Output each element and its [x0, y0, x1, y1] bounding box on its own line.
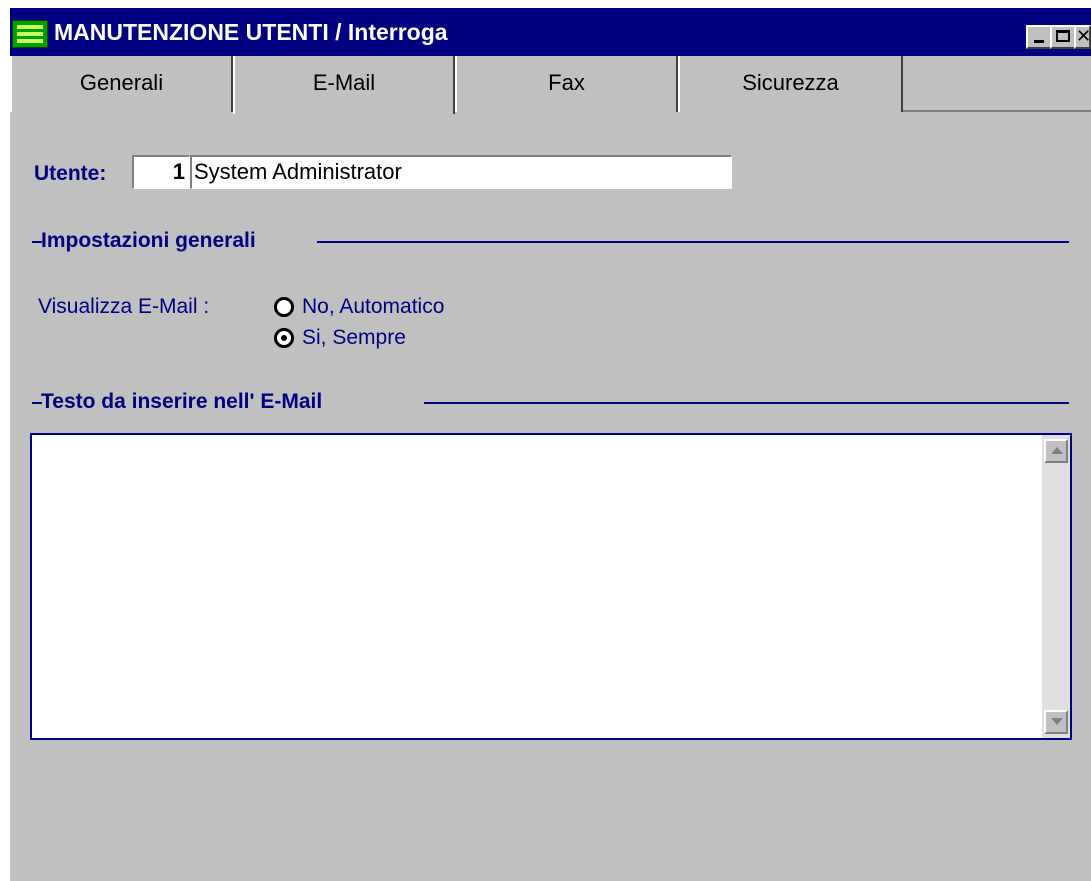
tab-fax[interactable]: Fax: [455, 56, 678, 112]
view-email-label: Visualizza E-Mail :: [38, 295, 210, 318]
vertical-scrollbar[interactable]: [1042, 435, 1070, 738]
email-text-area[interactable]: [30, 433, 1072, 740]
user-label: Utente:: [34, 162, 107, 185]
radio-checked-icon[interactable]: [274, 328, 294, 349]
radio-no-automatico[interactable]: No, Automatico: [274, 295, 444, 319]
tab-generali[interactable]: Generali: [10, 56, 233, 112]
close-icon[interactable]: ✕: [1074, 25, 1091, 49]
section-divider: [317, 241, 1069, 243]
minimize-icon[interactable]: [1026, 25, 1052, 49]
tab-bar: Generali E-Mail Fax Sicurezza: [10, 56, 1091, 116]
scroll-down-icon[interactable]: [1044, 710, 1068, 734]
maximize-icon[interactable]: [1050, 25, 1076, 49]
main-window: MANUTENZIONE UTENTI / Interroga ✕ Genera…: [10, 8, 1091, 881]
radio-label: No, Automatico: [302, 295, 445, 318]
radio-label: Si, Sempre: [302, 326, 406, 349]
window-title: MANUTENZIONE UTENTI / Interroga: [54, 19, 448, 45]
app-icon[interactable]: [12, 20, 48, 48]
user-name-field[interactable]: System Administrator: [190, 155, 732, 189]
section-divider: [424, 402, 1069, 404]
radio-unchecked-icon[interactable]: [274, 297, 294, 318]
tab-email[interactable]: E-Mail: [233, 56, 455, 114]
radio-si-sempre[interactable]: Si, Sempre: [274, 326, 406, 350]
scroll-up-icon[interactable]: [1044, 439, 1068, 463]
email-text-title: Testo da inserire nell' E-Mail: [41, 390, 323, 413]
tab-sicurezza[interactable]: Sicurezza: [678, 56, 903, 112]
general-settings-title: Impostazioni generali: [41, 229, 256, 252]
user-number-field[interactable]: 1: [132, 155, 190, 189]
title-bar[interactable]: MANUTENZIONE UTENTI / Interroga ✕: [10, 8, 1091, 56]
